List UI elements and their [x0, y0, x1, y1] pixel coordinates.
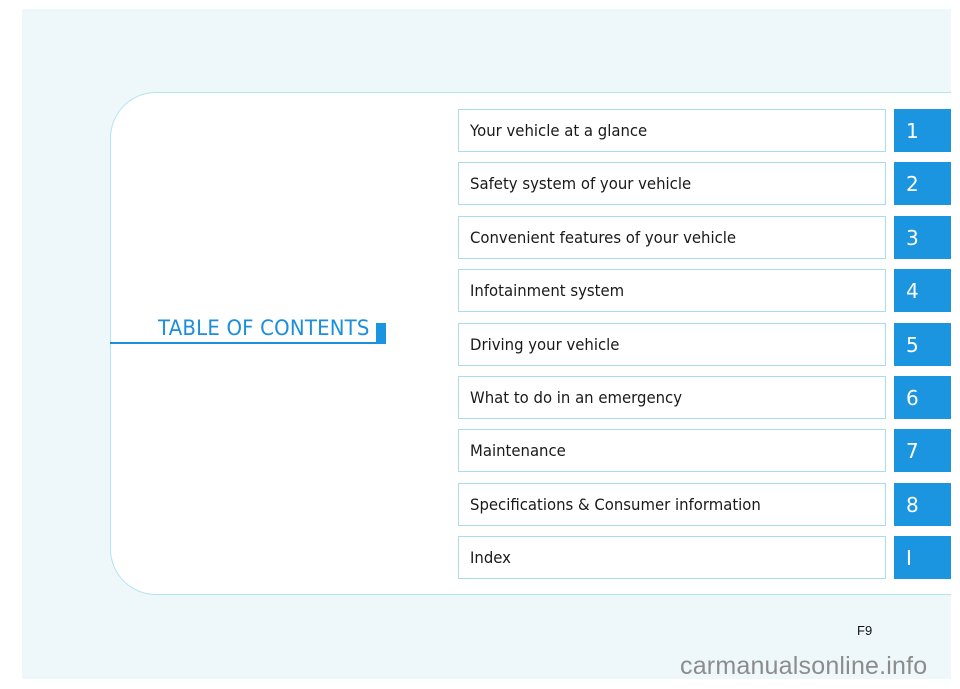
chapter-number: 7 — [906, 438, 919, 463]
title-accent-bar — [376, 323, 386, 344]
chapter-link-3[interactable]: Convenient features of your vehicle — [458, 216, 886, 259]
watermark-text: carmanualsonline.info — [680, 652, 928, 680]
chapter-tab-6[interactable]: 6 — [894, 376, 951, 419]
chapter-link-8[interactable]: Specifications & Consumer information — [458, 483, 886, 526]
chapter-link-5[interactable]: Driving your vehicle — [458, 323, 886, 366]
chapter-number: 2 — [906, 171, 919, 196]
chapter-link-2[interactable]: Safety system of your vehicle — [458, 162, 886, 205]
chapter-number: 6 — [906, 385, 919, 410]
chapter-number: 5 — [906, 332, 919, 357]
chapter-title: Your vehicle at a glance — [470, 121, 648, 140]
chapter-number: 4 — [906, 278, 919, 303]
chapter-number: 1 — [906, 118, 919, 143]
chapter-number: I — [906, 545, 912, 570]
chapter-tab-1[interactable]: 1 — [894, 109, 951, 152]
chapter-number: 3 — [906, 225, 919, 250]
chapter-title: What to do in an emergency — [470, 388, 683, 407]
chapter-link-index[interactable]: Index — [458, 536, 886, 579]
chapter-link-7[interactable]: Maintenance — [458, 429, 886, 472]
chapter-tab-4[interactable]: 4 — [894, 269, 951, 312]
chapter-tab-index[interactable]: I — [894, 536, 951, 579]
page-title: TABLE OF CONTENTS — [158, 316, 370, 340]
chapter-title: Specifications & Consumer information — [470, 495, 761, 514]
chapter-title: Index — [470, 548, 511, 567]
title-underline — [110, 342, 386, 344]
chapter-title: Maintenance — [470, 441, 566, 460]
chapter-tab-8[interactable]: 8 — [894, 483, 951, 526]
chapter-title: Infotainment system — [470, 281, 625, 300]
chapter-link-6[interactable]: What to do in an emergency — [458, 376, 886, 419]
chapter-link-1[interactable]: Your vehicle at a glance — [458, 109, 886, 152]
chapter-title: Convenient features of your vehicle — [470, 228, 737, 247]
chapter-title: Safety system of your vehicle — [470, 174, 692, 193]
chapter-link-4[interactable]: Infotainment system — [458, 269, 886, 312]
chapter-tab-5[interactable]: 5 — [894, 323, 951, 366]
chapter-tab-7[interactable]: 7 — [894, 429, 951, 472]
chapter-tab-3[interactable]: 3 — [894, 216, 951, 259]
page-code: F9 — [857, 623, 873, 638]
chapter-title: Driving your vehicle — [470, 335, 620, 354]
chapter-tab-2[interactable]: 2 — [894, 162, 951, 205]
chapter-number: 8 — [906, 492, 919, 517]
